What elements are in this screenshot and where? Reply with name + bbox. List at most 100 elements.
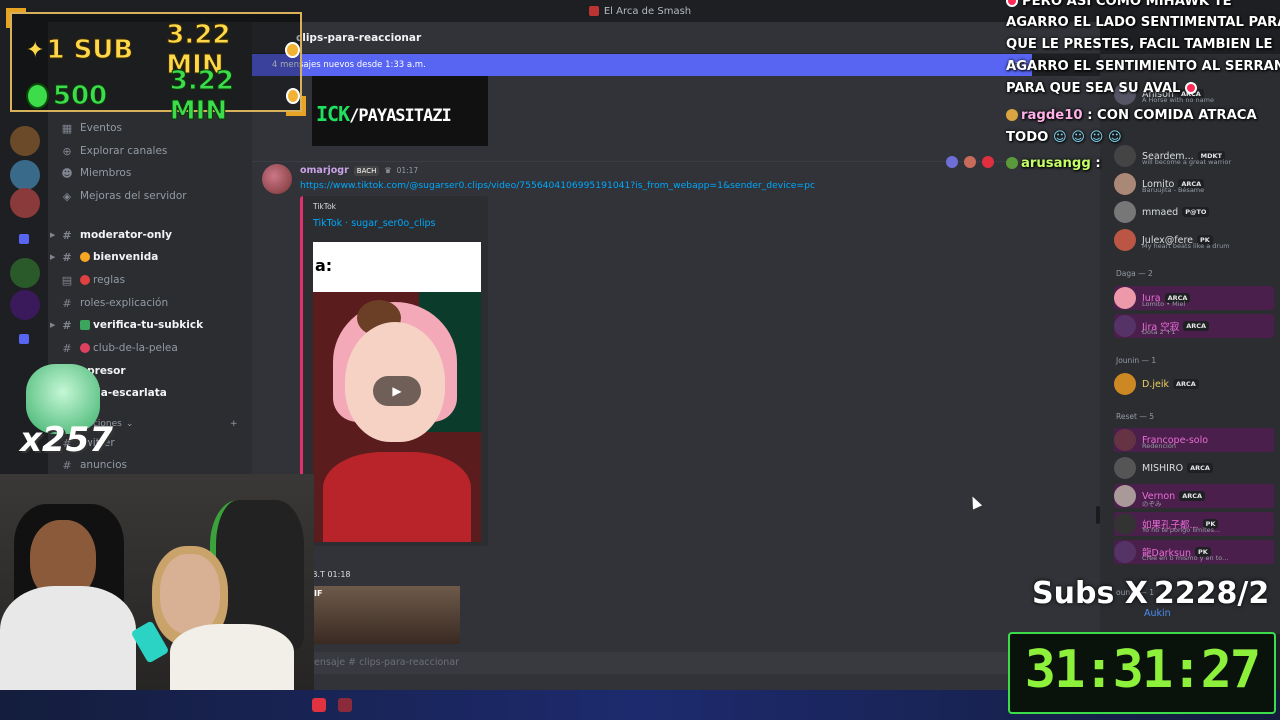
sidebar-item-miembros[interactable]: ☻ Miembros — [60, 163, 131, 183]
member-name: MISHIRO — [1142, 462, 1184, 474]
banner-text: ICK — [316, 102, 350, 126]
server-icon[interactable] — [10, 290, 40, 320]
server-icon[interactable] — [10, 258, 40, 288]
member-tag: ARCA — [1187, 463, 1213, 473]
sidebar-item-roles[interactable]: # roles-explicación — [60, 293, 168, 313]
sub-label: 1 SUB — [46, 35, 134, 66]
embed-title[interactable]: TikTok · sugar_ser0o_clips — [313, 218, 435, 229]
emoji-icon — [80, 275, 90, 285]
gem-row: 500 3.22 MIN — [26, 66, 300, 127]
sidebar-item-verifica[interactable]: ▶ # verifica-tu-subkick — [50, 315, 203, 335]
member-item[interactable]: 如果孔子都... PK Yo no te pongo límites... — [1114, 512, 1274, 536]
message-link[interactable]: https://www.tiktok.com/@sugarser0.clips/… — [300, 180, 815, 191]
hash-icon: # — [62, 341, 72, 355]
member-group-header: Reset — 5 — [1116, 412, 1154, 421]
member-tag: P@TO — [1182, 207, 1210, 217]
channel-header: clips-para-reaccionar — [252, 22, 1100, 54]
new-messages-bar[interactable]: 4 mensajes nuevos desde 1:33 a.m. Marc — [252, 54, 1032, 76]
emoji-icon — [80, 343, 90, 353]
message-reactions — [946, 156, 994, 168]
timer-value: 31:31:27 — [1024, 640, 1261, 700]
banner-image: ICK/PAYASITAZI — [312, 76, 488, 146]
frame-corner — [286, 96, 306, 116]
sidebar-item-label: Mejoras del servidor — [80, 190, 187, 202]
server-icon[interactable] — [10, 188, 40, 218]
server-icon[interactable] — [10, 160, 40, 190]
gem-value: 3.22 MIN — [169, 66, 234, 127]
member-item[interactable]: Julex@fere PK My heart beats like a drum — [1114, 228, 1230, 252]
member-item[interactable]: Vernon ARCA のぞみ — [1114, 484, 1274, 508]
chat-text: PARA QUE SEA SU AVAL — [1006, 81, 1181, 96]
boost-icon: ◈ — [62, 189, 72, 203]
frame-corner — [6, 8, 26, 28]
emote-icon — [1185, 82, 1198, 94]
gif-attachment[interactable]: IF — [312, 586, 460, 644]
star-icon: ✦ — [26, 37, 45, 63]
caret-icon: ▶ — [50, 321, 56, 329]
hash-icon: # — [62, 250, 72, 264]
server-icon[interactable] — [10, 126, 40, 156]
folder-icon[interactable] — [19, 234, 29, 244]
guest-head — [160, 554, 220, 634]
gif-label: IF — [314, 589, 323, 598]
sidebar-item-label: reglas — [93, 274, 126, 286]
member-status: のぞみ — [1142, 500, 1162, 508]
sub-counter-overlay: ✦ 1 SUB 3.22 MIN 500 3.22 MIN — [10, 12, 302, 127]
sidebar-item-moderator-only[interactable]: ▶ # moderator-only — [50, 225, 172, 245]
chat-line: TODO ☺ ☺ ☺ ☺ — [1006, 130, 1122, 145]
gift-multiplier: x257 — [20, 420, 113, 460]
timestamp: 01:17 — [396, 166, 419, 175]
avatar — [1114, 541, 1136, 563]
message-header: omarjogr BACH ♛ 01:17 — [300, 165, 418, 176]
sidebar-item-label: moderator-only — [80, 229, 172, 241]
member-item[interactable]: Jira 空寂 ARCA Dota 2 +1 — [1114, 314, 1274, 338]
app-icon[interactable] — [312, 698, 326, 712]
sidebar-item-mejoras[interactable]: ◈ Mejoras del servidor — [60, 186, 187, 206]
sidebar-item-label: club-de-la-pelea — [93, 342, 178, 354]
author-name[interactable]: omarjogr — [300, 165, 349, 176]
message-meta: B.T 01:18 — [312, 570, 351, 579]
channel-name: clips-para-reaccionar — [296, 31, 422, 44]
clock-icon — [285, 42, 300, 58]
sidebar-item-club[interactable]: # club-de-la-pelea — [60, 338, 178, 358]
composer-placeholder: ensaje # clips-para-reaccionar — [314, 657, 460, 668]
people-icon: ☻ — [61, 166, 73, 180]
reaction-icon[interactable] — [946, 156, 958, 168]
member-item[interactable]: Iura ARCA Lomito • Miel — [1114, 286, 1274, 310]
sidebar-item-label: roles-explicación — [80, 297, 169, 309]
hash-icon: # — [62, 458, 72, 472]
member-name: D.jeik — [1142, 378, 1169, 390]
subs-label: Subs — [1032, 576, 1115, 611]
chat-text: QUE LE PRESTES, FACIL TAMBIEN LE — [1006, 37, 1273, 52]
sidebar-item-bienvenida[interactable]: ▶ # bienvenida — [50, 247, 158, 267]
member-item[interactable]: Francope-solo Redención — [1114, 428, 1274, 452]
member-tag: ARCA — [1179, 491, 1206, 501]
message-input[interactable]: ensaje # clips-para-reaccionar ▣ ▤ — [308, 652, 1120, 674]
reaction-icon[interactable] — [964, 156, 976, 168]
chat-text: TODO — [1006, 130, 1049, 145]
avatar[interactable] — [262, 164, 292, 194]
hash-icon: # — [62, 228, 72, 242]
chat-username: arusangg — [1021, 156, 1091, 171]
app-icon[interactable] — [338, 698, 352, 712]
sidebar-item-reglas[interactable]: ▤ reglas — [60, 270, 125, 290]
thumb-header: a: — [313, 242, 481, 292]
member-tag: ARCA — [1183, 321, 1210, 331]
add-channel-icon[interactable]: + — [230, 419, 238, 429]
embed-thumbnail[interactable]: a: ▶ — [313, 242, 481, 542]
emote-icon: ☺ ☺ ☺ ☺ — [1052, 130, 1122, 145]
member-name: mmaed — [1142, 206, 1179, 218]
member-item[interactable]: D.jeik ARCA — [1114, 372, 1199, 396]
check-icon — [80, 320, 90, 330]
play-icon[interactable]: ▶ — [373, 376, 421, 406]
folder-icon[interactable] — [19, 334, 29, 344]
chat-line: arusangg : — [1006, 156, 1101, 171]
sidebar-item-label: Miembros — [80, 167, 132, 179]
member-item[interactable]: 龍Darksun PK Cree en ti mismo y en to... — [1114, 540, 1274, 564]
heart-icon[interactable] — [982, 156, 994, 168]
sidebar-item-explorar[interactable]: ⊕ Explorar canales — [60, 141, 167, 161]
hash-icon: # — [62, 296, 72, 310]
member-item[interactable]: MISHIRO ARCA — [1114, 456, 1213, 480]
member-item[interactable]: mmaed P@TO — [1114, 200, 1210, 224]
chat-text: : — [1095, 156, 1101, 171]
